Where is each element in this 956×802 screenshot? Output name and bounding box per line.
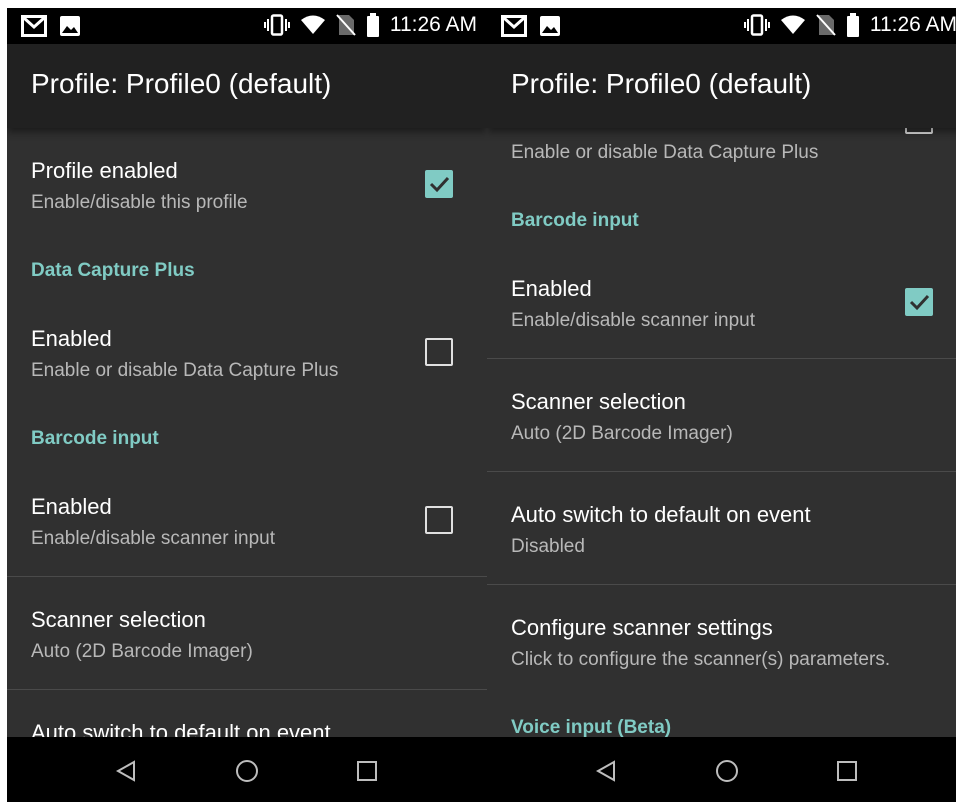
left-screen: 11:26 AM Profile: Profile0 (default) Pro…: [7, 8, 487, 802]
status-time: 11:26 AM: [389, 13, 477, 36]
barcode-enabled-checkbox[interactable]: [905, 288, 933, 316]
battery-icon: [366, 13, 379, 37]
check-icon: [909, 294, 930, 311]
check-icon: [429, 176, 450, 193]
pref-summary: Enable/disable this profile: [31, 192, 248, 213]
pref-title: Enabled: [31, 494, 112, 519]
category-label: Barcode input: [31, 428, 159, 449]
pref-auto-switch[interactable]: Auto switch to default on event: [7, 690, 487, 737]
pref-summary: Enable/disable scanner input: [511, 310, 756, 331]
page-title: Profile: Profile0 (default): [31, 68, 332, 99]
pref-summary: Enable or disable Data Capture Plus: [511, 142, 819, 163]
profile-enabled-checkbox[interactable]: [425, 170, 453, 198]
image-icon: [60, 16, 80, 36]
pref-data-capture-plus-enabled[interactable]: Enabled Enable or disable Data Capture P…: [7, 296, 487, 408]
category-label: Barcode input: [511, 210, 639, 231]
pref-barcode-enabled[interactable]: Enabled Enable/disable scanner input: [487, 246, 956, 358]
pref-summary: Enable or disable Data Capture Plus: [31, 360, 339, 381]
pref-profile-enabled[interactable]: Profile enabled Enable/disable this prof…: [7, 128, 487, 240]
pref-title: Enabled: [31, 326, 112, 351]
pref-title: Auto switch to default on event: [31, 720, 331, 737]
back-icon[interactable]: [114, 759, 138, 783]
pref-title: Configure scanner settings: [511, 615, 773, 640]
pref-summary: Click to configure the scanner(s) parame…: [511, 649, 891, 670]
category-header: Barcode input: [487, 190, 956, 246]
page-title: Profile: Profile0 (default): [511, 68, 812, 99]
gmail-icon: [501, 15, 527, 37]
pref-scanner-selection[interactable]: Scanner selection Auto (2D Barcode Image…: [7, 577, 487, 689]
right-screen: 11:26 AM Profile: Profile0 (default) Ena…: [487, 8, 956, 802]
pref-title: Auto switch to default on event: [511, 502, 811, 527]
pref-summary: Auto (2D Barcode Imager): [511, 423, 733, 444]
recents-icon[interactable]: [355, 759, 379, 783]
no-sim-icon: [816, 14, 836, 36]
data-capture-plus-checkbox[interactable]: [425, 338, 453, 366]
pref-scanner-selection[interactable]: Scanner selection Auto (2D Barcode Image…: [487, 359, 956, 471]
app-toolbar: Profile: Profile0 (default): [7, 44, 487, 128]
nav-bar: [487, 737, 956, 802]
battery-icon: [846, 13, 859, 37]
pref-summary: Disabled: [511, 536, 585, 557]
wifi-icon: [300, 15, 325, 34]
status-bar: 11:26 AM: [7, 8, 487, 44]
pref-title: Profile enabled: [31, 158, 178, 183]
wifi-icon: [780, 15, 805, 34]
category-label: Voice input (Beta): [511, 717, 672, 737]
recents-icon[interactable]: [835, 759, 859, 783]
category-header: Data Capture Plus: [7, 240, 487, 296]
pref-title: Scanner selection: [31, 607, 206, 632]
pref-summary: Auto (2D Barcode Imager): [31, 641, 253, 662]
app-toolbar: Profile: Profile0 (default): [487, 44, 956, 128]
pref-barcode-enabled[interactable]: Enabled Enable/disable scanner input: [7, 464, 487, 576]
data-capture-plus-checkbox[interactable]: [905, 128, 933, 134]
pref-auto-switch[interactable]: Auto switch to default on event Disabled: [487, 472, 956, 584]
no-sim-icon: [336, 14, 356, 36]
status-bar: 11:26 AM: [487, 8, 956, 44]
home-icon[interactable]: [715, 759, 739, 783]
vibrate-icon: [743, 14, 770, 36]
pref-summary: Enable/disable scanner input: [31, 528, 276, 549]
barcode-enabled-checkbox[interactable]: [425, 506, 453, 534]
pref-configure-scanner[interactable]: Configure scanner settings Click to conf…: [487, 585, 956, 697]
pref-data-capture-plus-enabled[interactable]: Enable or disable Data Capture Plus: [487, 128, 956, 190]
category-header: Barcode input: [7, 408, 487, 464]
status-time: 11:26 AM: [869, 13, 956, 36]
category-label: Data Capture Plus: [31, 260, 195, 281]
vibrate-icon: [263, 14, 290, 36]
back-icon[interactable]: [594, 759, 618, 783]
pref-title: Scanner selection: [511, 389, 686, 414]
nav-bar: [7, 737, 487, 802]
gmail-icon: [21, 15, 47, 37]
pref-title: Enabled: [511, 276, 592, 301]
settings-list[interactable]: Profile enabled Enable/disable this prof…: [7, 128, 487, 737]
settings-list[interactable]: Enable or disable Data Capture Plus Barc…: [487, 128, 956, 737]
category-header: Voice input (Beta): [487, 697, 956, 737]
home-icon[interactable]: [235, 759, 259, 783]
image-icon: [540, 16, 560, 36]
